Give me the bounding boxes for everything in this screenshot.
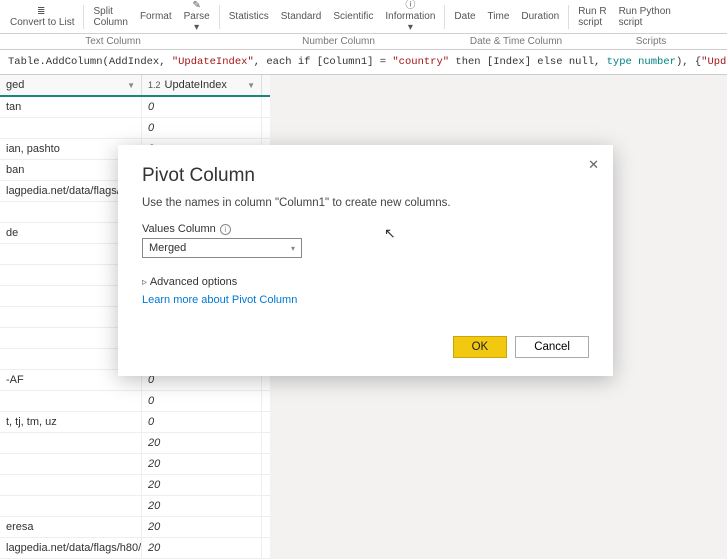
parse-button[interactable]: ✎ Parse ▾: [178, 0, 216, 34]
group-scripts: Scripts: [581, 34, 721, 49]
ribbon-group-labels: Text Column Number Column Date & Time Co…: [0, 34, 727, 50]
table-row[interactable]: tan0: [0, 97, 270, 118]
time-button[interactable]: Time: [482, 10, 516, 23]
values-column-label: Values Column i: [142, 223, 589, 235]
information-button[interactable]: ⓘ Information ▾: [379, 0, 441, 34]
cell-updateindex[interactable]: 0: [142, 412, 262, 432]
dialog-description: Use the names in column "Column1" to cre…: [142, 197, 589, 209]
date-button[interactable]: Date: [448, 10, 481, 23]
filter-dropdown-icon[interactable]: ▼: [247, 81, 255, 90]
separator: [83, 5, 84, 29]
split-column-button[interactable]: Split Column: [87, 5, 133, 29]
convert-to-list-button[interactable]: ≣Convert to List: [4, 5, 80, 29]
cell-updateindex[interactable]: 20: [142, 496, 262, 516]
cell-updateindex[interactable]: 20: [142, 517, 262, 537]
cell-updateindex[interactable]: 20: [142, 433, 262, 453]
cell-updateindex[interactable]: 0: [142, 97, 262, 117]
dialog-title: Pivot Column: [142, 165, 589, 187]
table-row[interactable]: 0: [0, 391, 270, 412]
grid-header: ged ▼ 1.2 UpdateIndex ▼: [0, 75, 270, 97]
cell-updateindex[interactable]: 20: [142, 454, 262, 474]
cancel-button[interactable]: Cancel: [515, 336, 589, 358]
standard-button[interactable]: Standard: [275, 10, 328, 23]
separator: [444, 5, 445, 29]
chevron-down-icon: ▾: [291, 244, 295, 253]
separator: [568, 5, 569, 29]
cell-updateindex[interactable]: 20: [142, 538, 262, 558]
statistics-button[interactable]: Statistics: [223, 10, 275, 23]
table-row[interactable]: eresa20: [0, 517, 270, 538]
info-icon: ⓘ: [405, 0, 415, 11]
table-row[interactable]: 20: [0, 496, 270, 517]
group-number-column: Number Column: [226, 34, 451, 49]
column-header-updateindex[interactable]: 1.2 UpdateIndex ▼: [142, 75, 262, 95]
advanced-options-toggle[interactable]: Advanced options: [142, 276, 589, 288]
cell-merged[interactable]: [0, 391, 142, 411]
cell-merged[interactable]: [0, 496, 142, 516]
cell-merged[interactable]: [0, 433, 142, 453]
table-row[interactable]: 20: [0, 433, 270, 454]
separator: [219, 5, 220, 29]
pivot-column-dialog: ✕ Pivot Column Use the names in column "…: [118, 145, 613, 376]
info-icon[interactable]: i: [220, 224, 231, 235]
cell-merged[interactable]: [0, 475, 142, 495]
ok-button[interactable]: OK: [453, 336, 508, 358]
values-column-select[interactable]: Merged ▾: [142, 238, 302, 258]
list-icon: ≣: [37, 6, 45, 17]
formula-bar[interactable]: Table.AddColumn(AddIndex, "UpdateIndex",…: [0, 50, 727, 75]
group-datetime-column: Date & Time Column: [451, 34, 581, 49]
cell-updateindex[interactable]: 20: [142, 475, 262, 495]
table-row[interactable]: t, tj, tm, uz0: [0, 412, 270, 433]
datatype-decimal-icon: 1.2: [148, 80, 161, 90]
table-row[interactable]: 0: [0, 118, 270, 139]
cell-merged[interactable]: tan: [0, 97, 142, 117]
run-r-button[interactable]: Run R script: [572, 5, 612, 29]
scientific-button[interactable]: Scientific: [327, 10, 379, 23]
format-button[interactable]: Format: [134, 10, 178, 23]
duration-button[interactable]: Duration: [515, 10, 565, 23]
run-python-button[interactable]: Run Python script: [613, 5, 677, 29]
table-row[interactable]: 20: [0, 475, 270, 496]
learn-more-link[interactable]: Learn more about Pivot Column: [142, 294, 589, 306]
table-row[interactable]: 20: [0, 454, 270, 475]
cell-merged[interactable]: [0, 454, 142, 474]
group-text-column: Text Column: [0, 34, 226, 49]
filter-dropdown-icon[interactable]: ▼: [127, 81, 135, 90]
close-icon[interactable]: ✕: [588, 157, 599, 173]
parse-icon: ✎: [192, 0, 200, 11]
cell-merged[interactable]: lagpedia.net/data/flags/h80/al.png: [0, 538, 142, 558]
ribbon-toolbar: ≣Convert to List Split Column Format ✎ P…: [0, 0, 727, 34]
column-header-merged[interactable]: ged ▼: [0, 75, 142, 95]
table-row[interactable]: lagpedia.net/data/flags/h80/al.png20: [0, 538, 270, 559]
dialog-footer: OK Cancel: [142, 336, 589, 358]
cell-updateindex[interactable]: 0: [142, 118, 262, 138]
cell-merged[interactable]: [0, 118, 142, 138]
cell-merged[interactable]: eresa: [0, 517, 142, 537]
cell-updateindex[interactable]: 0: [142, 391, 262, 411]
cell-merged[interactable]: t, tj, tm, uz: [0, 412, 142, 432]
